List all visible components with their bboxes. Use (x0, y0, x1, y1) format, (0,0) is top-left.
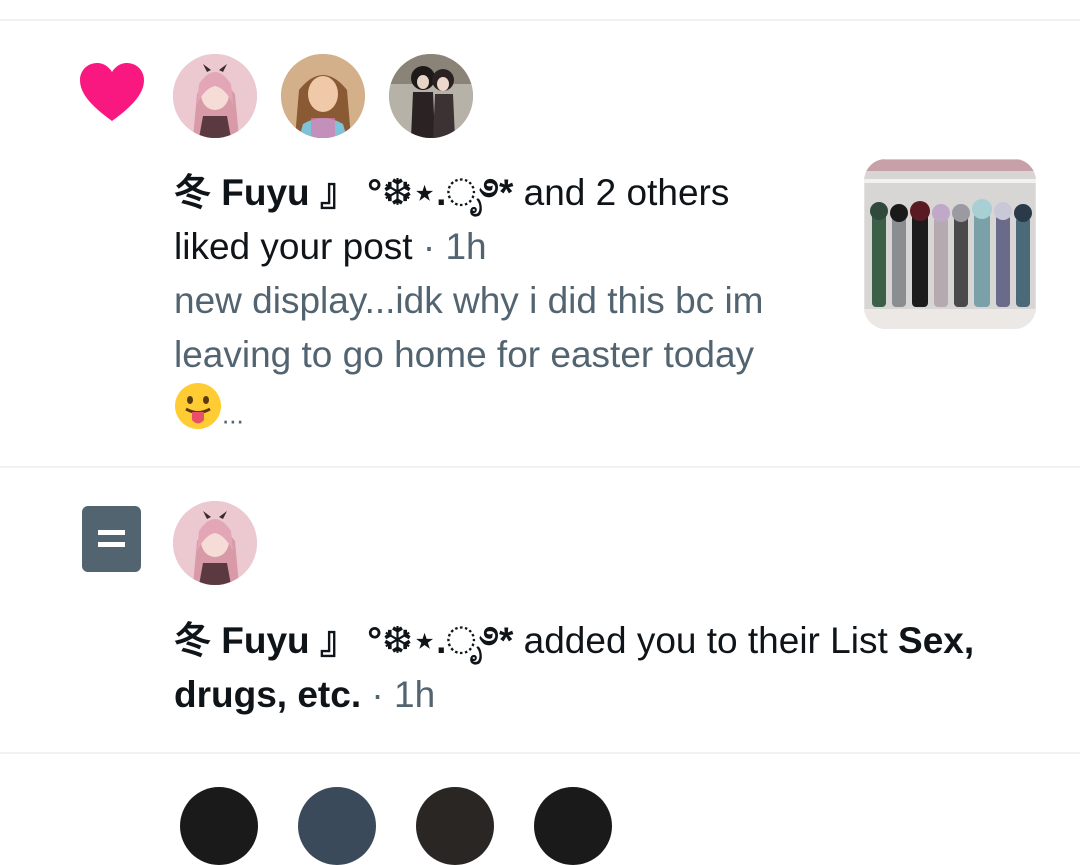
post-thumbnail[interactable] (864, 159, 1036, 329)
face-with-tongue-emoji (174, 382, 222, 445)
heart-icon (78, 61, 146, 128)
next-notification-avatars (180, 787, 612, 865)
notification-divider (0, 752, 1080, 754)
list-icon (82, 506, 141, 577)
notification-list-add[interactable]: 冬 Fuyu 』 °❆⋆.ೃ࿔* added you to their List… (0, 468, 1080, 752)
avatar[interactable] (298, 787, 376, 865)
avatar[interactable] (180, 787, 258, 865)
timestamp: 1h (445, 226, 487, 267)
post-preview-line1: new display...idk why i did this bc im (174, 280, 764, 321)
list-name[interactable]: Sex, (898, 620, 974, 661)
avatar[interactable] (281, 54, 365, 138)
actor-name[interactable]: 冬 Fuyu 』 °❆⋆.ೃ࿔* (174, 620, 513, 661)
timestamp: 1h (394, 674, 436, 715)
notification-text: 冬 Fuyu 』 °❆⋆.ೃ࿔* and 2 others liked your… (174, 166, 854, 445)
avatar[interactable] (534, 787, 612, 865)
avatar[interactable] (173, 501, 257, 585)
ellipsis: ... (222, 399, 244, 430)
avatar[interactable] (389, 54, 473, 138)
actor-avatars (173, 501, 257, 585)
avatar[interactable] (173, 54, 257, 138)
notification-text: 冬 Fuyu 』 °❆⋆.ೃ࿔* added you to their List… (174, 620, 975, 715)
actor-name[interactable]: 冬 Fuyu 』 °❆⋆.ೃ࿔* (174, 172, 513, 213)
notification-like[interactable]: 冬 Fuyu 』 °❆⋆.ೃ࿔* and 2 others liked your… (0, 21, 1080, 467)
liker-avatars (173, 54, 473, 138)
avatar[interactable] (416, 787, 494, 865)
post-preview-line2: leaving to go home for easter today (174, 334, 755, 375)
list-name-cont[interactable]: drugs, etc. (174, 674, 361, 715)
